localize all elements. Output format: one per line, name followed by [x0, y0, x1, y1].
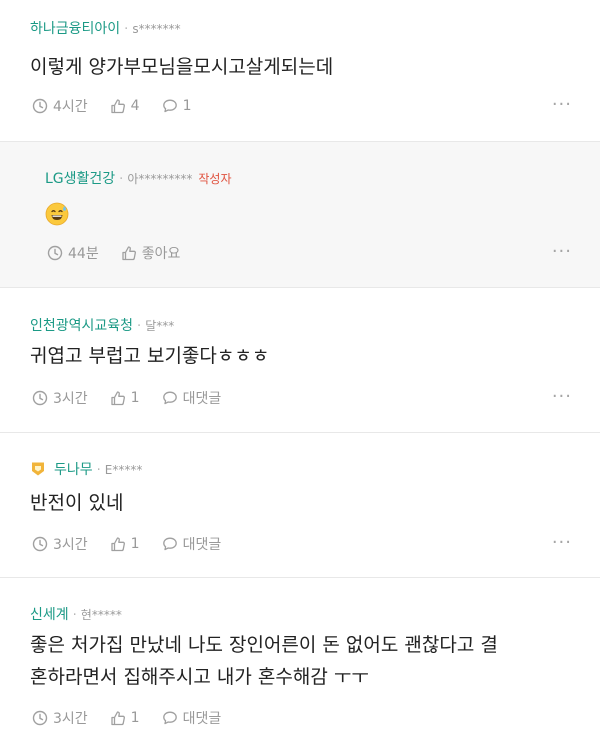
comment-meta: 인천광역시교육청 · 달*** [30, 315, 174, 335]
time-text: 3시간 [53, 711, 88, 727]
separator-dot: · [137, 319, 142, 334]
reply-label: 대댓글 [182, 537, 222, 553]
separator-dot: · [124, 22, 129, 37]
comment-text-line-1: 좋은 처가집 만났네 나도 장인어른이 돈 없어도 괜찮다고 결 [30, 634, 498, 656]
comment-meta: LG생활건강 · 아********* 작성자 [45, 168, 231, 188]
thumbs-up-icon [111, 711, 125, 726]
like-count: 4 [130, 98, 140, 114]
time-text: 4시간 [53, 99, 88, 115]
clock-icon [47, 245, 63, 261]
thumbs-up-icon [122, 246, 136, 261]
comment-meta: 하나금융티아이 · s******* [30, 18, 181, 38]
comment-text: 반전이 있네 [30, 492, 124, 514]
comment-text: 이렇게 양가부모님을모시고살게되는데 [30, 56, 334, 78]
reply-button[interactable]: 1 [162, 98, 192, 114]
separator-dot: · [72, 608, 77, 623]
thumbs-up-icon [111, 391, 125, 406]
time-info: 3시간 [32, 388, 88, 408]
author-tag: 작성자 [198, 172, 232, 186]
company-name[interactable]: 신세계 [30, 607, 69, 623]
like-count: 1 [130, 710, 140, 726]
reply-label: 대댓글 [182, 711, 222, 727]
time-info: 3시간 [32, 534, 88, 554]
time-info: 3시간 [32, 708, 88, 728]
time-text: 3시간 [53, 537, 88, 553]
comment-actions: 3시간 1 대댓글 [32, 708, 243, 728]
like-button[interactable]: 1 [110, 390, 140, 406]
more-options-icon[interactable]: ··· [552, 386, 572, 407]
clock-icon [32, 390, 48, 406]
time-text: 44분 [68, 246, 99, 262]
company-name[interactable]: 두나무 [54, 462, 93, 478]
comment-actions: 4시간 4 1 [32, 96, 214, 116]
reply-button[interactable]: 대댓글 [162, 708, 222, 728]
comment-meta: 두나무 · E***** [30, 459, 142, 479]
comment-actions: 44분 좋아요 [47, 243, 202, 263]
clock-icon [32, 536, 48, 552]
speech-bubble-icon [162, 391, 177, 405]
separator-dot: · [119, 172, 124, 187]
more-options-icon[interactable]: ··· [552, 241, 572, 262]
like-label: 좋아요 [141, 246, 181, 262]
nickname: 달*** [145, 319, 175, 333]
company-name[interactable]: 인천광역시교육청 [30, 318, 133, 334]
nickname: 현***** [80, 608, 122, 622]
time-info: 4시간 [32, 96, 88, 116]
comment-text-line-2: 혼하라면서 집해주시고 내가 혼수해감 ㅜㅜ [30, 666, 369, 688]
grinning-sweat-emoji [45, 202, 69, 226]
more-options-icon[interactable]: ··· [552, 94, 572, 115]
thumbs-up-icon [111, 537, 125, 552]
time-info: 44분 [47, 243, 99, 263]
time-text: 3시간 [53, 391, 88, 407]
reply-label: 대댓글 [182, 391, 222, 407]
comment-item: 인천광역시교육청 · 달*** 귀엽고 부럽고 보기좋다ㅎㅎㅎ 3시간 1 대댓글 … [0, 288, 600, 433]
nickname: E***** [104, 463, 143, 477]
comment-item: 신세계 · 현***** 좋은 처가집 만났네 나도 장인어른이 돈 없어도 괜찮다… [0, 578, 600, 750]
comment-item: 두나무 · E***** 반전이 있네 3시간 1 대댓글 ··· [0, 433, 600, 578]
nickname: s******* [132, 22, 181, 36]
speech-bubble-icon [162, 711, 177, 725]
speech-bubble-icon [162, 99, 177, 113]
clock-icon [32, 98, 48, 114]
like-button[interactable]: 1 [110, 710, 140, 726]
like-button[interactable]: 1 [110, 536, 140, 552]
speech-bubble-icon [162, 537, 177, 551]
company-name[interactable]: LG생활건강 [45, 171, 115, 187]
comment-actions: 3시간 1 대댓글 [32, 388, 243, 408]
clock-icon [32, 710, 48, 726]
reply-count: 1 [182, 98, 192, 114]
comment-meta: 신세계 · 현***** [30, 604, 122, 624]
more-options-icon[interactable]: ··· [552, 532, 572, 553]
gold-badge-icon [32, 462, 44, 476]
separator-dot: · [96, 463, 101, 478]
comment-item: 하나금융티아이 · s******* 이렇게 양가부모님을모시고살게되는데 4시간 … [0, 0, 600, 142]
reply-button[interactable]: 대댓글 [162, 388, 222, 408]
comment-text: 귀엽고 부럽고 보기좋다ㅎㅎㅎ [30, 345, 270, 367]
reply-item: LG생활건강 · 아********* 작성자 44분 좋아요 ··· [0, 142, 600, 288]
like-button[interactable]: 좋아요 [121, 243, 181, 263]
like-count: 1 [130, 536, 140, 552]
like-count: 1 [130, 390, 140, 406]
reply-button[interactable]: 대댓글 [162, 534, 222, 554]
nickname: 아********* [127, 172, 193, 186]
company-name[interactable]: 하나금융티아이 [30, 21, 120, 37]
comment-actions: 3시간 1 대댓글 [32, 534, 243, 554]
like-button[interactable]: 4 [110, 98, 140, 114]
thumbs-up-icon [111, 99, 125, 114]
